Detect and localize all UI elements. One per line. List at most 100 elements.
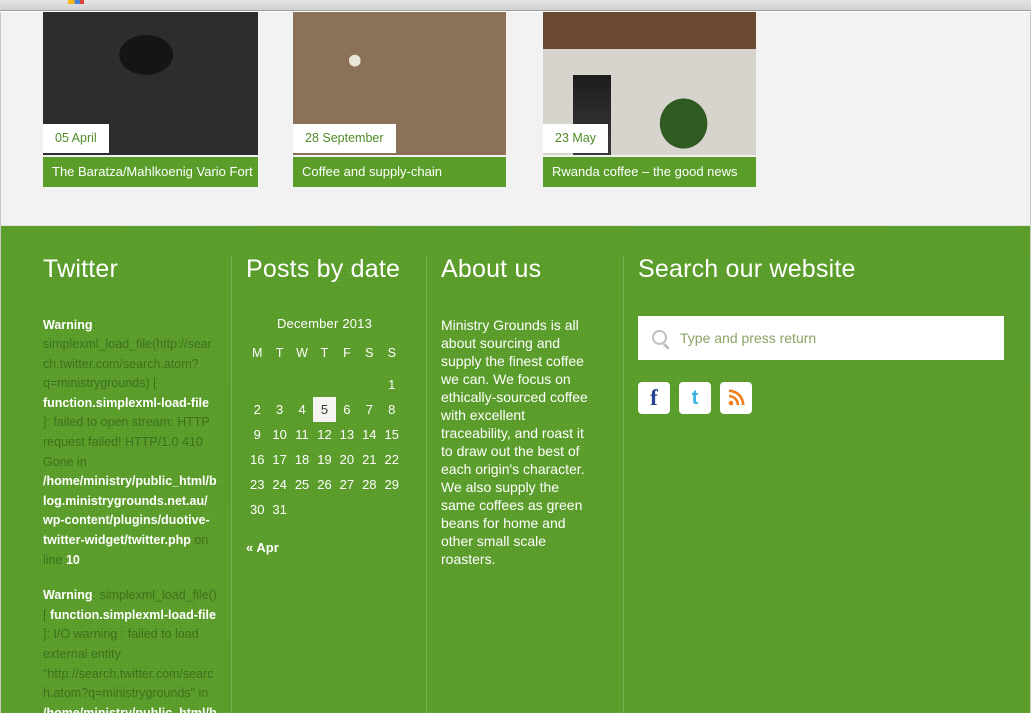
calendar-day-cell: 11 xyxy=(295,426,309,442)
calendar-day-cell: 28 xyxy=(362,476,377,492)
calendar-week-row: 2 3 4 5 6 7 8 xyxy=(246,396,403,422)
calendar-day-cell: 6 xyxy=(343,401,351,417)
warning-line-number: 10 xyxy=(65,552,80,567)
warning-colon: : xyxy=(92,317,97,332)
calendar-day-cell: 8 xyxy=(388,401,396,417)
calendar-day-cell xyxy=(268,372,290,397)
post-date-badge: 05 April xyxy=(43,124,109,153)
about-paragraph: Ministry Grounds is all about sourcing a… xyxy=(441,316,588,477)
warning-file-path: /home/ministry/public_html/blog.ministry… xyxy=(43,474,217,548)
footer-widget-about: About us Ministry Grounds is all about s… xyxy=(426,255,608,713)
calendar-day-header: T xyxy=(275,345,284,360)
calendar-day-cell: 3 xyxy=(276,401,284,417)
calendar-day-cell xyxy=(313,497,335,522)
calendar-week-row: 23 24 25 26 27 28 29 xyxy=(246,472,403,497)
widget-title-twitter: Twitter xyxy=(43,255,119,283)
widget-title-calendar: Posts by date xyxy=(246,255,401,283)
calendar-day-cell: 9 xyxy=(253,426,261,442)
post-date-badge: 23 May xyxy=(543,124,608,153)
warning-label: Warning xyxy=(43,317,93,332)
calendar-day-cell: 17 xyxy=(272,451,287,467)
recent-posts-row: 05 April The Baratza/Mahlkoenig Vario Fo… xyxy=(1,12,1030,225)
warning-line-2: ]: failed to open stream: HTTP request f… xyxy=(43,415,210,469)
calendar-day-header: S xyxy=(365,345,374,360)
calendar-day-cell: 10 xyxy=(272,426,287,442)
warning-colon: : xyxy=(92,588,97,603)
calendar-day-cell: 22 xyxy=(384,451,399,467)
post-card[interactable]: 23 May Rwanda coffee – the good news xyxy=(543,12,756,196)
site-favicon-icon xyxy=(68,0,84,4)
calendar-day-cell: 31 xyxy=(272,501,287,517)
calendar-day-cell: 27 xyxy=(339,476,355,492)
calendar-prev-month-link[interactable]: « Apr xyxy=(246,540,403,555)
calendar-day-cell: 29 xyxy=(384,476,399,492)
calendar-day-cell: 30 xyxy=(249,501,265,517)
calendar-day-cell: 12 xyxy=(317,426,332,442)
calendar-day-cell xyxy=(358,497,380,522)
calendar-week-row: 9 10 11 12 13 14 15 xyxy=(246,422,403,447)
calendar-day-cell: 18 xyxy=(294,451,310,467)
calendar-header-row: M T W T F S S xyxy=(246,343,403,372)
widget-title-search: Search our website xyxy=(638,255,856,283)
calendar-day-cell xyxy=(358,372,380,397)
calendar-body: 1 2 3 4 5 6 7 8 9 10 11 12 13 14 15 16 1… xyxy=(246,372,403,522)
search-input[interactable] xyxy=(678,328,978,347)
about-paragraph: We also supply the same coffees as green… xyxy=(441,478,583,567)
simplexml-doc-link[interactable]: function.simplexml-load-file xyxy=(43,396,209,410)
calendar-day-cell: 15 xyxy=(384,426,399,442)
calendar-day-header: S xyxy=(387,345,396,360)
social-links: f t xyxy=(638,381,989,414)
post-card[interactable]: 28 September Coffee and supply-chain xyxy=(293,12,506,196)
twitter-icon[interactable]: t xyxy=(679,381,711,414)
post-title[interactable]: Rwanda coffee – the good news xyxy=(543,157,756,187)
post-title[interactable]: Coffee and supply-chain xyxy=(293,157,506,187)
calendar-day-cell: 23 xyxy=(249,476,265,492)
calendar-day-cell: 4 xyxy=(298,401,306,417)
calendar-day-header: T xyxy=(320,345,329,360)
calendar-day-cell-today[interactable]: 5 xyxy=(313,396,336,422)
facebook-icon[interactable]: f xyxy=(638,381,670,414)
browser-toolbar-strip xyxy=(0,0,1031,11)
php-warning-block: Warning: simplexml_load_file(http://sear… xyxy=(43,316,217,571)
calendar-day-cell: 2 xyxy=(253,401,261,417)
calendar-day-cell xyxy=(291,497,313,522)
footer-widget-calendar: Posts by date December 2013 M T W T F S … xyxy=(231,255,417,713)
calendar-day-cell: 1 xyxy=(388,376,396,392)
footer-widget-twitter: Twitter Warning: simplexml_load_file(htt… xyxy=(43,255,231,713)
calendar-day-header: W xyxy=(296,345,308,360)
warning-label: Warning xyxy=(43,588,93,603)
calendar-day-cell: 20 xyxy=(339,451,355,467)
warning-line-2: ]: I/O warning : failed to load external… xyxy=(43,627,214,701)
search-box[interactable] xyxy=(638,315,1004,360)
calendar-day-cell: 7 xyxy=(365,401,373,417)
php-warning-block: Warning: simplexml_load_file() [ functio… xyxy=(43,586,217,713)
posts-calendar: December 2013 M T W T F S S 1 2 3 4 5 6 … xyxy=(246,316,403,522)
calendar-day-cell xyxy=(336,497,358,522)
calendar-day-cell: 16 xyxy=(249,451,265,467)
calendar-day-cell: 24 xyxy=(272,476,287,492)
footer-widget-search: Search our website f t xyxy=(623,255,1004,713)
site-footer: Twitter Warning: simplexml_load_file(htt… xyxy=(1,225,1030,713)
simplexml-doc-link[interactable]: function.simplexml-load-file xyxy=(50,608,216,622)
calendar-week-row: 30 31 xyxy=(246,497,403,522)
calendar-day-cell: 21 xyxy=(362,451,377,467)
post-date-badge: 28 September xyxy=(293,124,396,153)
post-title[interactable]: The Baratza/Mahlkoenig Vario Fort xyxy=(43,157,258,187)
calendar-day-cell: 25 xyxy=(294,476,310,492)
rss-glyph xyxy=(728,389,745,405)
calendar-day-cell: 19 xyxy=(317,451,332,467)
post-card[interactable]: 05 April The Baratza/Mahlkoenig Vario Fo… xyxy=(43,12,258,196)
widget-title-about: About us xyxy=(441,255,542,283)
search-icon xyxy=(652,330,667,345)
warning-line-1: simplexml_load_file(http://search.twitte… xyxy=(43,337,212,391)
calendar-caption: December 2013 xyxy=(276,315,373,331)
calendar-day-cell: 13 xyxy=(339,426,355,442)
calendar-week-row: 1 xyxy=(246,372,403,397)
calendar-day-cell xyxy=(313,372,335,397)
rss-icon[interactable] xyxy=(720,381,752,414)
calendar-day-cell xyxy=(381,497,403,522)
calendar-week-row: 16 17 18 19 20 21 22 xyxy=(246,447,403,472)
warning-file-path: /home/ministry/public_html/blog.ministry… xyxy=(43,705,217,713)
page-canvas: 05 April The Baratza/Mahlkoenig Vario Fo… xyxy=(0,12,1031,713)
calendar-day-cell xyxy=(246,372,268,397)
